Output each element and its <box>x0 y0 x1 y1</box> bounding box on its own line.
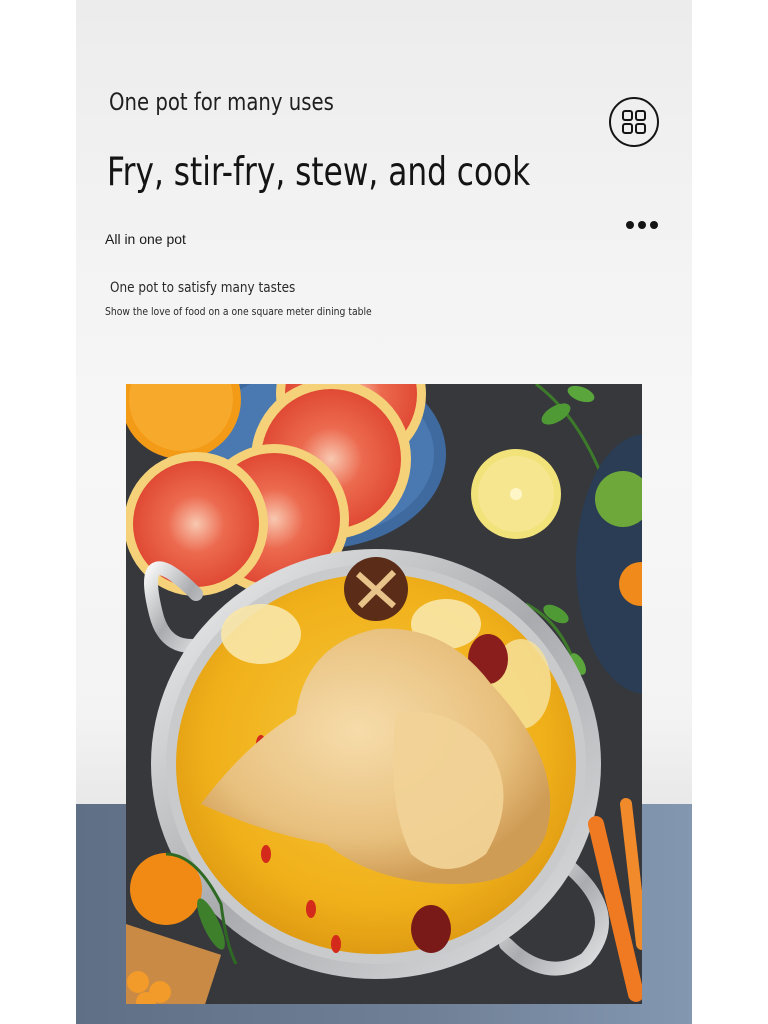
more-dots-icon <box>626 221 658 229</box>
tagline: All in one pot <box>105 231 186 247</box>
more-options-button[interactable] <box>622 214 662 236</box>
grid-icon <box>622 110 646 134</box>
hot-pot-illustration <box>126 384 642 1004</box>
detail-line: Show the love of food on a one square me… <box>105 305 372 318</box>
product-photo <box>126 384 642 1004</box>
page-panel: One pot for many uses Fry, stir-fry, ste… <box>76 0 692 1024</box>
intro-line: One pot to satisfy many tastes <box>110 280 296 296</box>
grid-menu-button[interactable] <box>609 97 659 147</box>
subtitle: One pot for many uses <box>109 88 334 116</box>
headline: Fry, stir-fry, stew, and cook <box>107 150 531 195</box>
